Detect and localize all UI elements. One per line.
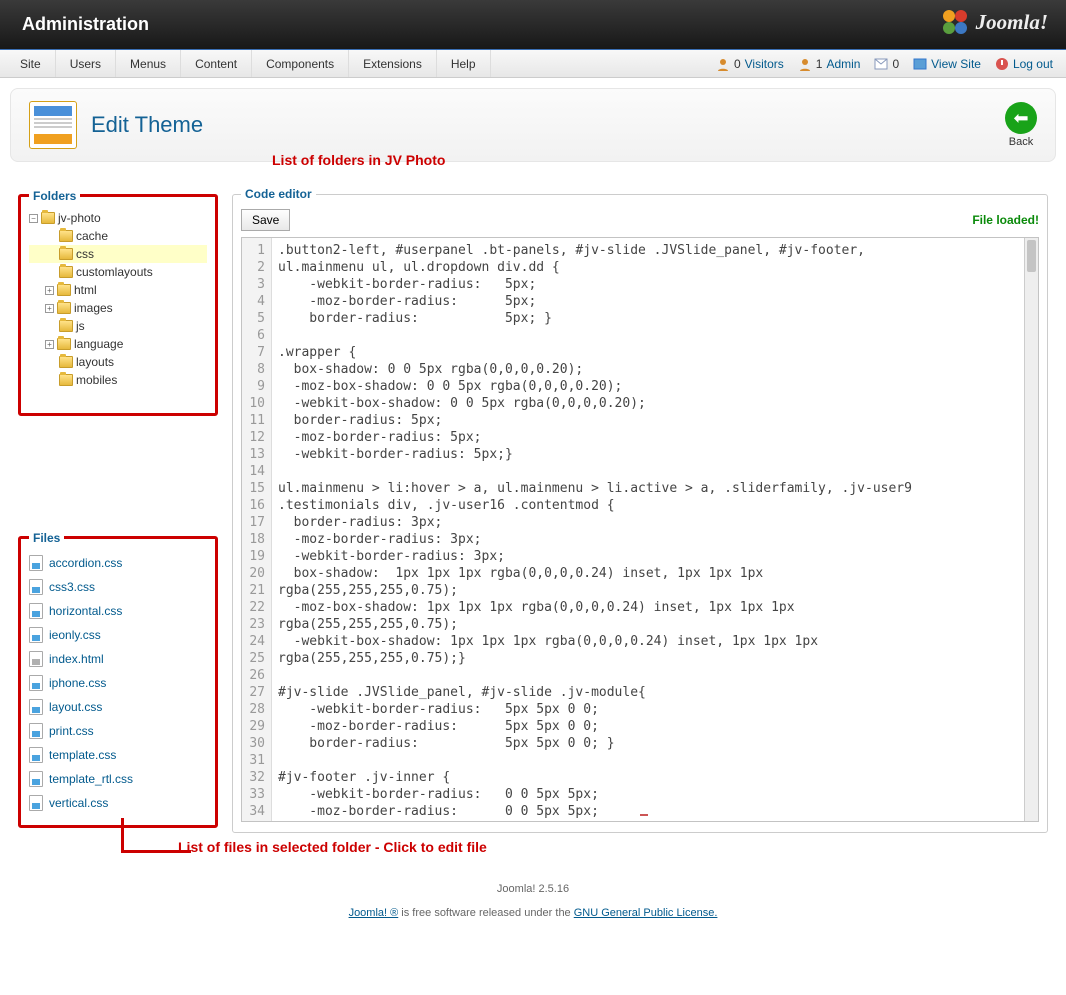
code-editor[interactable]: 1234567891011121314151617181920212223242…	[241, 237, 1039, 822]
menu-users[interactable]: Users	[56, 50, 116, 77]
theme-icon	[29, 101, 77, 149]
user-icon	[798, 57, 812, 71]
save-button[interactable]: Save	[241, 209, 290, 231]
tree-item-mobiles[interactable]: mobiles	[29, 371, 207, 389]
header: Administration Joomla!	[0, 0, 1066, 49]
file-icon	[29, 675, 43, 691]
user-icon	[716, 57, 730, 71]
menu-extensions[interactable]: Extensions	[349, 50, 437, 77]
scrollbar-thumb[interactable]	[1027, 240, 1036, 272]
menu-menus[interactable]: Menus	[116, 50, 181, 77]
status-admin[interactable]: 1Admin	[791, 50, 868, 77]
file-icon	[29, 627, 43, 643]
logout-icon	[995, 57, 1009, 71]
file-icon	[29, 603, 43, 619]
file-icon	[29, 795, 43, 811]
page-title: Edit Theme	[91, 112, 203, 138]
status-logout[interactable]: Log out	[988, 50, 1060, 77]
menu-help[interactable]: Help	[437, 50, 491, 77]
code-area[interactable]: .button2-left, #userpanel .bt-panels, #j…	[272, 238, 1038, 821]
line-gutter: 1234567891011121314151617181920212223242…	[242, 238, 272, 821]
brand-logo: Joomla!	[940, 7, 1048, 37]
file-item[interactable]: ieonly.css	[29, 623, 207, 647]
tree-item-css[interactable]: css	[29, 245, 207, 263]
joomla-icon	[940, 7, 970, 37]
toolbar: Edit Theme ⬅ Back	[10, 88, 1056, 162]
status-viewsite[interactable]: View Site	[906, 50, 988, 77]
back-button[interactable]: ⬅ Back	[1005, 102, 1037, 148]
tree-item-images[interactable]: + images	[29, 299, 207, 317]
tree-item-html[interactable]: + html	[29, 281, 207, 299]
file-icon	[29, 771, 43, 787]
menubar: Site Users Menus Content Components Exte…	[0, 49, 1066, 78]
editor-panel: Code editor Save File loaded! 1234567891…	[232, 194, 1048, 833]
scrollbar[interactable]	[1024, 238, 1038, 821]
file-icon	[29, 747, 43, 763]
annotation-line	[121, 818, 191, 853]
file-item[interactable]: print.css	[29, 719, 207, 743]
tree-item-layouts[interactable]: layouts	[29, 353, 207, 371]
files-panel: Files accordion.csscss3.csshorizontal.cs…	[18, 536, 218, 828]
file-item[interactable]: layout.css	[29, 695, 207, 719]
footer: Joomla! 2.5.16 Joomla! ® is free softwar…	[0, 875, 1066, 927]
file-icon	[29, 723, 43, 739]
back-arrow-icon: ⬅	[1005, 102, 1037, 134]
file-icon	[29, 555, 43, 571]
tree-item-cache[interactable]: cache	[29, 227, 207, 245]
tree-root[interactable]: − jv-photo	[29, 209, 207, 227]
tree-item-js[interactable]: js	[29, 317, 207, 335]
tree-item-language[interactable]: + language	[29, 335, 207, 353]
mail-icon	[874, 58, 888, 70]
main-content: Folders − jv-photo cache css customlayou…	[0, 178, 1066, 875]
file-icon	[29, 579, 43, 595]
editor-status: File loaded!	[972, 213, 1039, 227]
tree-item-customlayouts[interactable]: customlayouts	[29, 263, 207, 281]
version-text: Joomla! 2.5.16	[0, 883, 1066, 895]
file-icon	[29, 699, 43, 715]
file-item[interactable]: index.html	[29, 647, 207, 671]
admin-title: Administration	[22, 14, 149, 35]
folders-panel: Folders − jv-photo cache css customlayou…	[18, 194, 218, 416]
file-icon	[29, 651, 43, 667]
file-item[interactable]: vertical.css	[29, 791, 207, 815]
footer-brand-link[interactable]: Joomla! ®	[349, 907, 399, 919]
window-icon	[913, 58, 927, 70]
menu-components[interactable]: Components	[252, 50, 349, 77]
file-item[interactable]: iphone.css	[29, 671, 207, 695]
file-item[interactable]: template.css	[29, 743, 207, 767]
annotation-files: List of files in selected folder - Click…	[178, 839, 1048, 855]
resize-marker	[640, 814, 648, 816]
status-messages[interactable]: 0	[867, 50, 906, 77]
menu-site[interactable]: Site	[6, 50, 56, 77]
file-item[interactable]: template_rtl.css	[29, 767, 207, 791]
file-item[interactable]: css3.css	[29, 575, 207, 599]
menu-content[interactable]: Content	[181, 50, 252, 77]
file-item[interactable]: accordion.css	[29, 551, 207, 575]
file-item[interactable]: horizontal.css	[29, 599, 207, 623]
license-link[interactable]: GNU General Public License.	[574, 907, 718, 919]
status-visitors[interactable]: 0Visitors	[709, 50, 791, 77]
annotation-folders: List of folders in JV Photo	[272, 152, 1066, 168]
